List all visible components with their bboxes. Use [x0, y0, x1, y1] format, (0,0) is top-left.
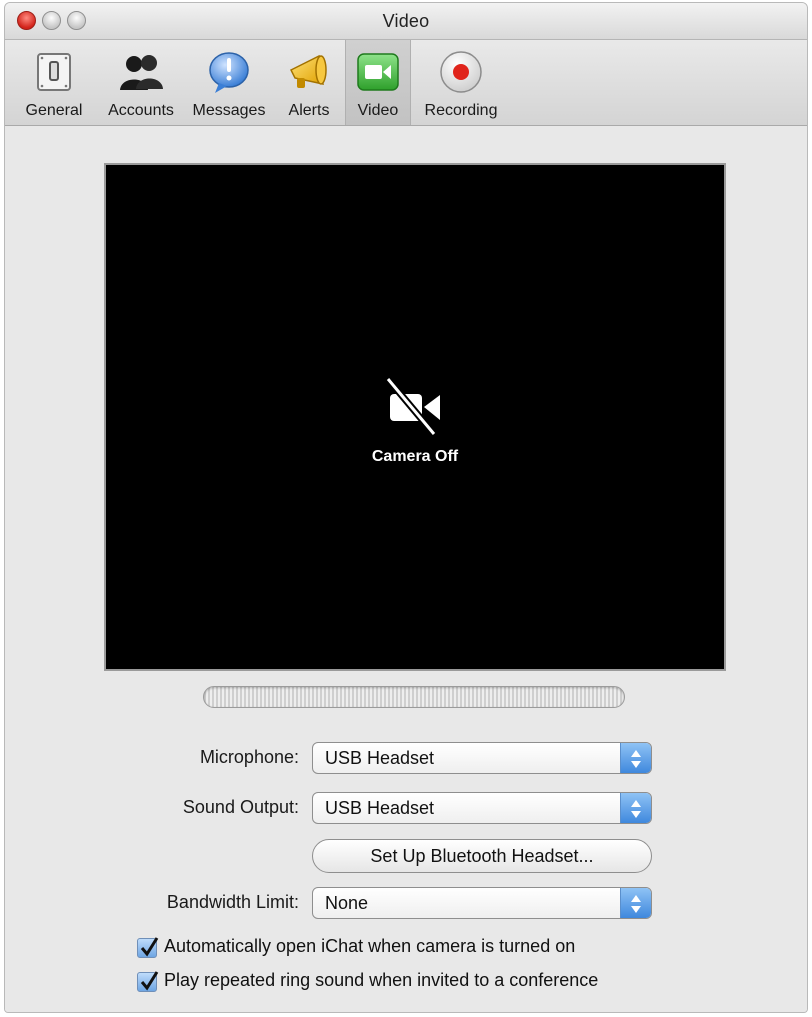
alerts-megaphone-icon	[289, 54, 327, 88]
microphone-label: Microphone:	[199, 747, 299, 767]
tab-alerts-label: Alerts	[288, 102, 330, 119]
recording-icon	[440, 51, 482, 93]
video-preferences-pane: Camera Off Microphone: USB Headset Sound…	[5, 126, 807, 1012]
bandwidth-limit-label: Bandwidth Limit:	[166, 892, 299, 912]
repeat-ring-label: Play repeated ring sound when invited to…	[164, 970, 599, 990]
tab-video-label: Video	[357, 102, 399, 119]
sound-output-select[interactable]: USB Headset	[312, 792, 652, 824]
tab-general[interactable]: General	[11, 40, 97, 125]
microphone-value: USB Headset	[325, 748, 435, 768]
video-camera-icon	[357, 53, 399, 91]
repeat-ring-checkbox[interactable]	[137, 971, 159, 992]
tab-general-label: General	[25, 102, 83, 119]
tab-accounts-label: Accounts	[108, 102, 174, 119]
checkmark-icon	[140, 971, 159, 991]
tab-alerts[interactable]: Alerts	[273, 40, 345, 125]
accounts-people-icon	[120, 55, 163, 90]
preferences-window: Video General Accounts Messages Alerts V…	[4, 2, 808, 1013]
camera-status-label: Camera Off	[371, 448, 459, 465]
video-preview: Camera Off	[104, 163, 726, 671]
bandwidth-limit-select[interactable]: None	[312, 887, 652, 919]
tab-messages-label: Messages	[192, 102, 266, 119]
tab-recording-label: Recording	[424, 102, 498, 119]
auto-open-label: Automatically open iChat when camera is …	[164, 936, 576, 956]
popup-arrows-icon	[620, 888, 651, 918]
setup-bluetooth-headset-button[interactable]: Set Up Bluetooth Headset...	[312, 839, 652, 873]
window-title: Video	[382, 11, 430, 31]
tab-messages[interactable]: Messages	[185, 40, 273, 125]
audio-level-meter	[203, 686, 625, 708]
preferences-toolbar: General Accounts Messages Alerts Video R…	[5, 40, 807, 126]
messages-bubble-icon	[209, 52, 249, 93]
checkmark-icon	[140, 937, 159, 957]
sound-output-label: Sound Output:	[182, 797, 299, 817]
popup-arrows-icon	[620, 743, 651, 773]
tab-accounts[interactable]: Accounts	[97, 40, 185, 125]
microphone-select[interactable]: USB Headset	[312, 742, 652, 774]
title-bar[interactable]: Video	[5, 3, 807, 40]
auto-open-checkbox[interactable]	[137, 937, 159, 958]
sound-output-value: USB Headset	[325, 798, 435, 818]
tab-recording[interactable]: Recording	[411, 40, 511, 125]
camera-off-icon	[385, 376, 440, 436]
tab-video[interactable]: Video	[345, 40, 411, 125]
popup-arrows-icon	[620, 793, 651, 823]
general-switch-icon	[37, 53, 71, 91]
bandwidth-limit-value: None	[325, 893, 369, 913]
